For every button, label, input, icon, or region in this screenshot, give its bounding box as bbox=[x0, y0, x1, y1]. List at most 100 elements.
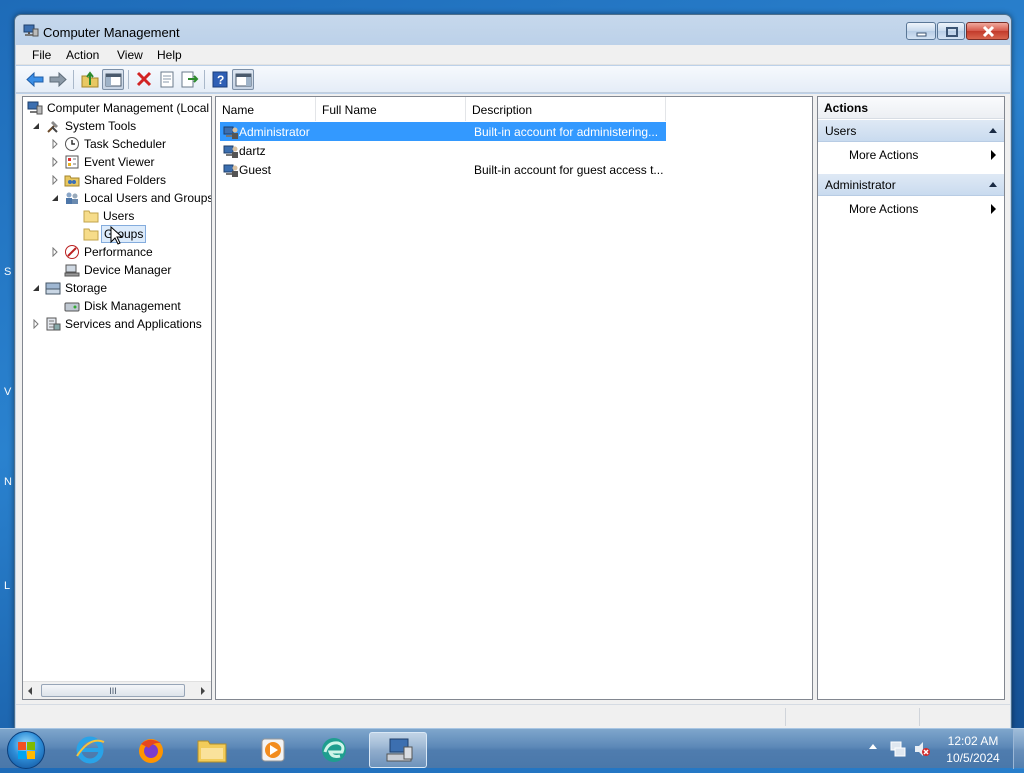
collapse-arrow-icon[interactable] bbox=[50, 193, 60, 203]
actions-section-users[interactable]: Users bbox=[818, 120, 1004, 142]
tree-item-task-scheduler[interactable]: Task Scheduler bbox=[23, 135, 211, 153]
back-button[interactable] bbox=[24, 69, 46, 90]
tree-item-label: Shared Folders bbox=[84, 173, 167, 187]
expand-arrow-icon[interactable] bbox=[50, 175, 60, 185]
taskbar-firefox[interactable] bbox=[122, 732, 180, 768]
tree-item-label: Local Users and Groups bbox=[84, 191, 212, 205]
table-row[interactable]: dartz bbox=[220, 141, 666, 160]
collapse-arrow-icon[interactable] bbox=[31, 121, 41, 131]
tree-item-label: Computer Management (Local bbox=[47, 101, 210, 115]
column-header-full-name[interactable]: Full Name bbox=[316, 97, 466, 121]
show-hide-console-tree-button[interactable] bbox=[102, 69, 124, 90]
tree-item-local-users-and-groups[interactable]: Local Users and Groups bbox=[23, 189, 211, 207]
storage-icon bbox=[45, 282, 61, 295]
device-manager-icon bbox=[64, 264, 80, 277]
menu-file[interactable]: File bbox=[27, 47, 56, 63]
status-bar bbox=[16, 704, 1010, 728]
users-group-icon bbox=[66, 192, 78, 204]
taskbar-edge[interactable] bbox=[305, 732, 363, 768]
expand-arrow-icon[interactable] bbox=[50, 157, 60, 167]
delete-icon bbox=[136, 71, 152, 87]
help-button[interactable]: ? bbox=[209, 69, 231, 90]
expand-arrow-icon[interactable] bbox=[50, 139, 60, 149]
toolbar: ? bbox=[16, 66, 1010, 93]
start-button[interactable] bbox=[7, 731, 45, 769]
toolbar-separator bbox=[204, 70, 205, 89]
volume-muted-icon[interactable] bbox=[913, 740, 931, 758]
toolbar-separator bbox=[73, 70, 74, 89]
folder-icon bbox=[83, 210, 99, 223]
desktop-text-fragment: L bbox=[4, 580, 11, 592]
computer-management-icon bbox=[386, 738, 413, 762]
tree-item-event-viewer[interactable]: Event Viewer bbox=[23, 153, 211, 171]
more-actions-users[interactable]: More Actions bbox=[818, 144, 1004, 166]
tree-item-label: Task Scheduler bbox=[84, 137, 167, 151]
network-icon[interactable] bbox=[889, 740, 907, 758]
taskbar-media-player[interactable] bbox=[244, 732, 302, 768]
close-icon bbox=[982, 25, 995, 38]
edge-icon bbox=[322, 738, 346, 762]
menu-view[interactable]: View bbox=[112, 47, 148, 63]
submenu-arrow-icon bbox=[991, 204, 996, 214]
show-hidden-icons-icon[interactable] bbox=[868, 742, 878, 750]
forward-button[interactable] bbox=[47, 69, 69, 90]
desktop-text-fragment: N bbox=[4, 476, 12, 488]
tree-item-device-manager[interactable]: Device Manager bbox=[23, 261, 211, 279]
media-player-icon bbox=[261, 738, 285, 762]
expand-arrow-icon[interactable] bbox=[50, 247, 60, 257]
table-row[interactable]: Guest Built-in account for guest access … bbox=[220, 160, 666, 179]
tree-item-label: Storage bbox=[65, 281, 108, 295]
tree-item-label: Disk Management bbox=[84, 299, 181, 313]
computer-management-icon bbox=[23, 24, 39, 38]
show-desktop-button[interactable] bbox=[1013, 729, 1024, 769]
menu-action[interactable]: Action bbox=[61, 47, 104, 63]
clock-time[interactable]: 12:02 AM bbox=[938, 734, 1008, 748]
scroll-thumb[interactable]: III bbox=[41, 684, 185, 697]
show-hide-action-pane-button[interactable] bbox=[232, 69, 254, 90]
tree-horizontal-scrollbar[interactable]: III bbox=[23, 681, 211, 699]
more-actions-administrator[interactable]: More Actions bbox=[818, 198, 1004, 220]
collapse-arrow-icon[interactable] bbox=[31, 283, 41, 293]
user-description: Built-in account for administering... bbox=[474, 125, 659, 139]
scroll-right-icon[interactable] bbox=[199, 686, 207, 696]
table-row[interactable]: Administrator Built-in account for admin… bbox=[220, 122, 666, 141]
help-icon: ? bbox=[212, 71, 228, 88]
console-tree: Computer Management (Local System Tools … bbox=[22, 96, 212, 700]
taskbar-internet-explorer[interactable] bbox=[61, 732, 119, 768]
maximize-button[interactable] bbox=[937, 22, 965, 40]
user-name: dartz bbox=[239, 144, 266, 158]
tree-item-disk-management[interactable]: Disk Management bbox=[23, 297, 211, 315]
taskbar-file-explorer[interactable] bbox=[183, 732, 241, 768]
clock-date[interactable]: 10/5/2024 bbox=[938, 751, 1008, 765]
user-name: Administrator bbox=[239, 125, 310, 139]
collapse-up-icon[interactable] bbox=[988, 127, 998, 134]
expand-arrow-icon[interactable] bbox=[31, 319, 41, 329]
minimize-button[interactable] bbox=[906, 22, 936, 40]
user-description: Built-in account for guest access t... bbox=[474, 163, 664, 177]
tree-item-services-and-applications[interactable]: Services and Applications bbox=[23, 315, 211, 333]
scroll-left-icon[interactable] bbox=[26, 686, 34, 696]
close-button[interactable] bbox=[966, 22, 1009, 40]
firefox-icon bbox=[139, 739, 163, 763]
delete-button[interactable] bbox=[133, 69, 155, 90]
shared-folder-icon bbox=[64, 175, 80, 187]
tree-item-storage[interactable]: Storage bbox=[23, 279, 211, 297]
toolbar-separator bbox=[128, 70, 129, 89]
column-header-description[interactable]: Description bbox=[466, 97, 666, 121]
collapse-up-icon[interactable] bbox=[988, 181, 998, 188]
up-one-level-button[interactable] bbox=[79, 69, 101, 90]
tree-item-system-tools[interactable]: System Tools bbox=[23, 117, 211, 135]
title-bar[interactable]: Computer Management bbox=[15, 15, 1011, 45]
tree-item-root[interactable]: Computer Management (Local bbox=[23, 99, 211, 117]
properties-button[interactable] bbox=[156, 69, 178, 90]
actions-section-administrator[interactable]: Administrator bbox=[818, 174, 1004, 196]
menu-help[interactable]: Help bbox=[152, 47, 187, 63]
taskbar-computer-management[interactable] bbox=[369, 732, 427, 768]
column-header-name[interactable]: Name bbox=[216, 97, 316, 121]
status-segment bbox=[919, 708, 1009, 726]
tree-item-users[interactable]: Users bbox=[23, 207, 211, 225]
export-list-button[interactable] bbox=[179, 69, 201, 90]
user-icon bbox=[223, 126, 238, 139]
user-icon bbox=[223, 164, 238, 177]
tree-item-shared-folders[interactable]: Shared Folders bbox=[23, 171, 211, 189]
